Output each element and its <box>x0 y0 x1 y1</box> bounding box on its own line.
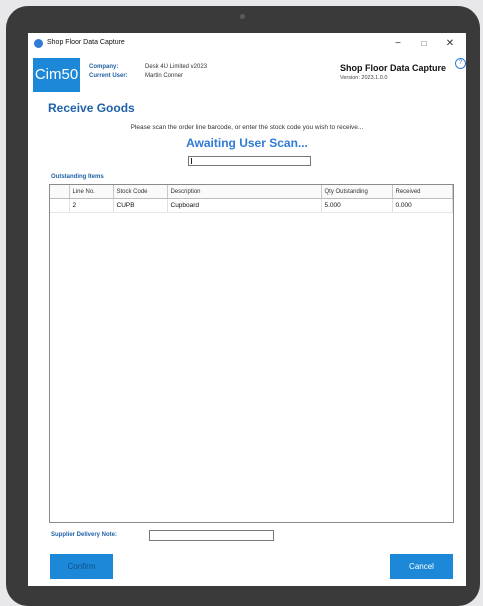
row-selector[interactable] <box>50 198 70 213</box>
cell-description: Cupboard <box>167 198 322 213</box>
outstanding-items-label: Outstanding Items <box>51 174 104 180</box>
text-caret <box>191 158 192 164</box>
cell-line-no: 2 <box>69 198 114 213</box>
table-row[interactable]: 2 CUPB Cupboard 5.000 0.000 <box>50 198 453 213</box>
window-title: Shop Floor Data Capture <box>47 39 125 46</box>
table-header-row: Line No. Stock Code Description Qty Outs… <box>50 185 453 199</box>
column-header-qty-outstanding[interactable]: Qty Outstanding <box>321 185 393 199</box>
scan-status: Awaiting User Scan... <box>186 136 308 150</box>
column-header-description[interactable]: Description <box>167 185 322 199</box>
company-label: Company: <box>89 64 119 70</box>
page-title: Receive Goods <box>48 101 135 115</box>
app-icon <box>34 39 43 48</box>
company-value: Desk 4U Limited v2023 <box>145 64 208 70</box>
cim50-logo: Cim50 <box>33 58 80 92</box>
supplier-delivery-note-input[interactable] <box>149 530 274 541</box>
app-header: Cim50 Company: Desk 4U Limited v2023 Cur… <box>28 55 466 97</box>
cell-stock-code: CUPB <box>113 198 168 213</box>
app-version: Version: 2023.1.0.0 <box>340 75 388 81</box>
help-icon[interactable]: ? <box>455 58 466 69</box>
app-window: Shop Floor Data Capture − □ ✕ Cim50 Comp… <box>28 33 466 586</box>
confirm-button[interactable]: Confirm <box>50 554 113 579</box>
minimize-button[interactable]: − <box>388 36 408 52</box>
column-header-stock-code[interactable]: Stock Code <box>113 185 168 199</box>
cell-qty-outstanding: 5.000 <box>321 198 393 213</box>
camera-dot <box>240 14 245 19</box>
row-selector-header <box>50 185 70 199</box>
column-header-received[interactable]: Received <box>392 185 453 199</box>
outstanding-items-table[interactable]: Line No. Stock Code Description Qty Outs… <box>49 184 454 523</box>
supplier-delivery-note-label: Supplier Delivery Note: <box>51 532 118 538</box>
cancel-button[interactable]: Cancel <box>390 554 453 579</box>
app-name: Shop Floor Data Capture <box>340 63 447 73</box>
current-user-value: Martin Conner <box>145 73 184 79</box>
scan-instruction: Please scan the order line barcode, or e… <box>130 124 364 131</box>
tablet-frame: Shop Floor Data Capture − □ ✕ Cim50 Comp… <box>6 6 480 606</box>
scan-input[interactable] <box>188 156 311 166</box>
close-button[interactable]: ✕ <box>440 36 460 52</box>
cell-received[interactable]: 0.000 <box>392 198 453 213</box>
maximize-button[interactable]: □ <box>414 36 434 52</box>
column-header-line-no[interactable]: Line No. <box>69 185 114 199</box>
title-bar: Shop Floor Data Capture − □ ✕ <box>28 33 466 55</box>
current-user-label: Current User: <box>89 73 128 79</box>
